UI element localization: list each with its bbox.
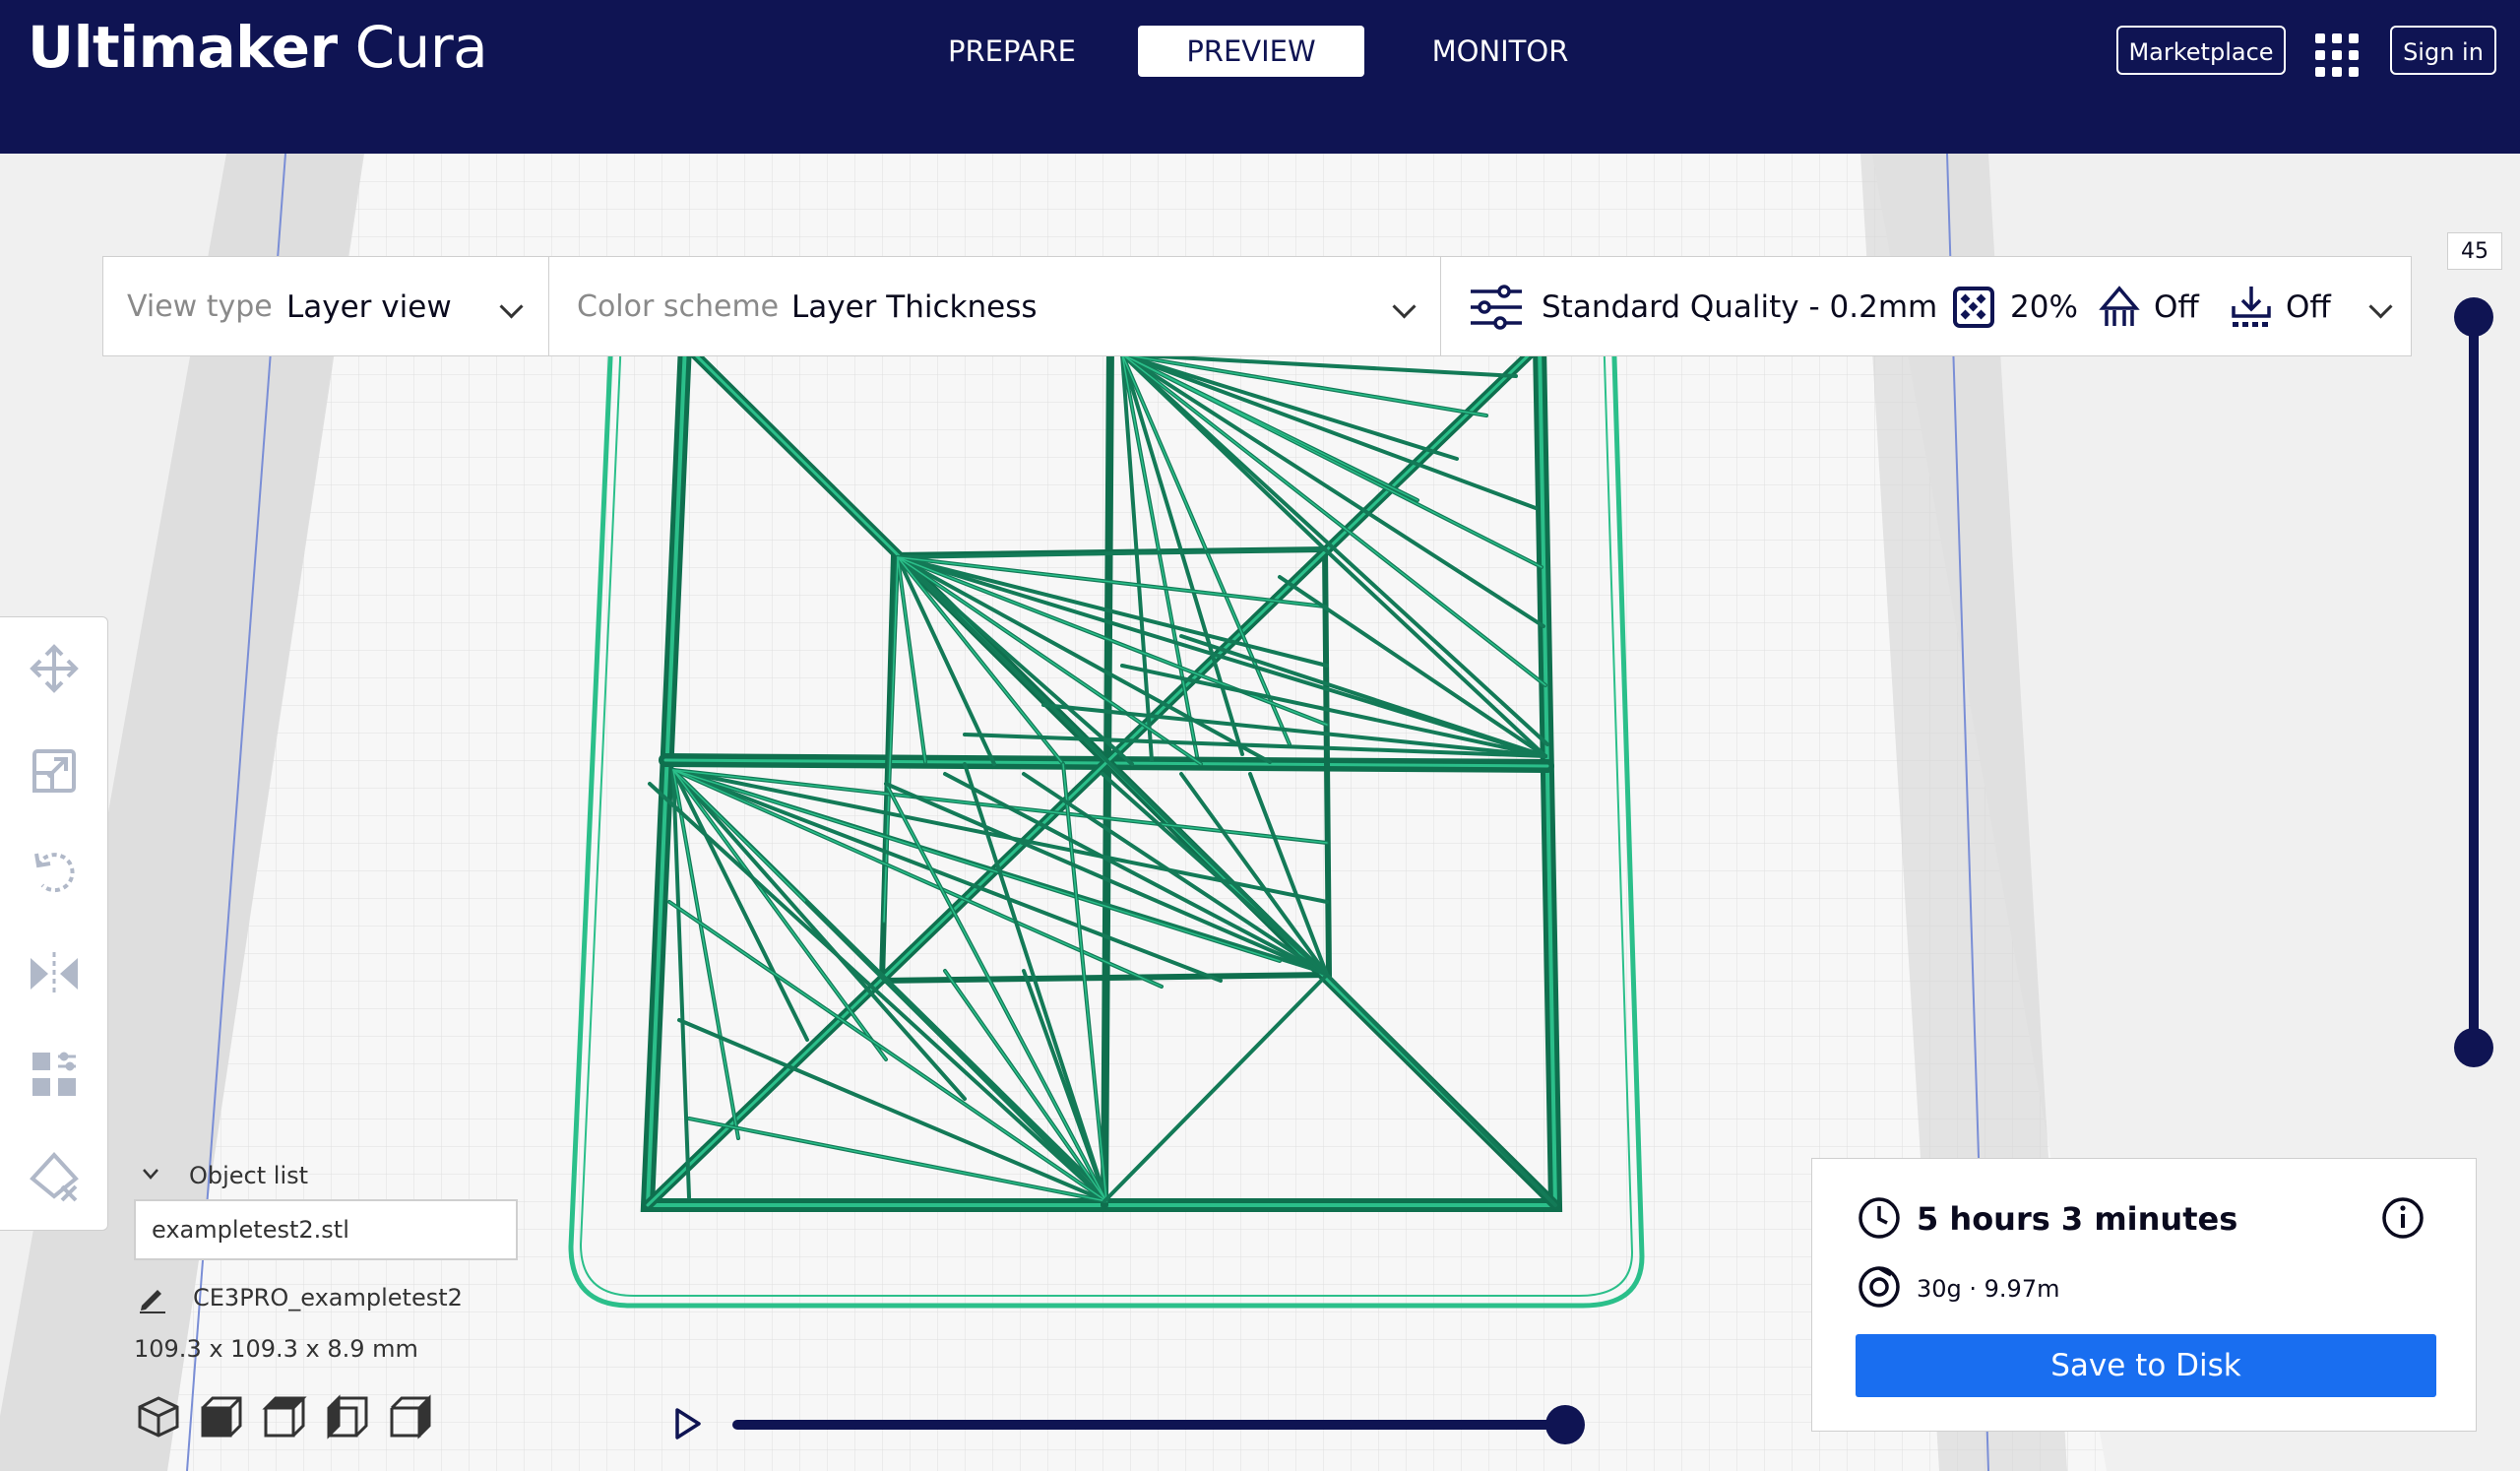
support-value: Off bbox=[2154, 289, 2199, 325]
color-scheme-dropdown[interactable]: Color scheme Layer Thickness bbox=[549, 257, 1439, 355]
support-icon bbox=[2099, 286, 2140, 326]
support-blocker-icon[interactable] bbox=[27, 1149, 82, 1204]
view-settings-toolbar: View type Layer view Color scheme Layer … bbox=[102, 256, 2412, 356]
infill-value: 20% bbox=[2010, 289, 2078, 325]
path-slider-track[interactable] bbox=[732, 1420, 1569, 1430]
view-type-dropdown[interactable]: View type Layer view bbox=[103, 257, 548, 355]
chevron-down-icon bbox=[499, 294, 524, 319]
object-list-item[interactable]: exampletest2.stl bbox=[134, 1199, 518, 1260]
marketplace-button[interactable]: Marketplace bbox=[2116, 26, 2286, 75]
sign-in-button[interactable]: Sign in bbox=[2390, 26, 2496, 75]
3d-view-icon[interactable] bbox=[136, 1394, 181, 1439]
save-to-disk-button[interactable]: Save to Disk bbox=[1856, 1334, 2436, 1397]
filament-spool-icon bbox=[1858, 1266, 1900, 1308]
3d-viewport[interactable]: View type Layer view Color scheme Layer … bbox=[0, 154, 2520, 1471]
brand-bold: Ultimaker bbox=[28, 14, 338, 81]
chevron-down-icon bbox=[2368, 294, 2393, 319]
clock-icon bbox=[1858, 1197, 1900, 1239]
adhesion-icon bbox=[2232, 287, 2271, 327]
print-settings-dropdown[interactable]: Standard Quality - 0.2mm 20% Off Off bbox=[1441, 257, 2412, 355]
color-scheme-label: Color scheme bbox=[577, 289, 780, 324]
layer-slider-upper-handle[interactable] bbox=[2454, 297, 2493, 337]
app-logo: Ultimaker Cura bbox=[28, 14, 488, 81]
adhesion-value: Off bbox=[2286, 289, 2331, 325]
infill-icon bbox=[1953, 287, 1994, 328]
object-list-header[interactable]: Object list bbox=[189, 1162, 308, 1189]
layer-slider-lower-handle[interactable] bbox=[2454, 1028, 2493, 1067]
color-scheme-value: Layer Thickness bbox=[791, 289, 1038, 325]
print-time: 5 hours 3 minutes bbox=[1917, 1200, 2238, 1238]
rotate-tool-icon[interactable] bbox=[27, 844, 82, 899]
layer-number-input[interactable]: 45 bbox=[2447, 232, 2502, 270]
print-info-panel: 5 hours 3 minutes 30g · 9.97m Save to Di… bbox=[1811, 1158, 2477, 1432]
brand-light: Cura bbox=[354, 14, 488, 81]
tab-monitor[interactable]: MONITOR bbox=[1404, 26, 1597, 77]
path-slider-handle[interactable] bbox=[1545, 1405, 1585, 1444]
material-usage: 30g · 9.97m bbox=[1917, 1275, 2060, 1303]
view-type-value: Layer view bbox=[286, 289, 452, 325]
chevron-down-icon[interactable] bbox=[140, 1164, 161, 1185]
view-type-label: View type bbox=[127, 289, 273, 324]
tool-panel bbox=[0, 616, 108, 1231]
job-name[interactable]: CE3PRO_exampletest2 bbox=[193, 1284, 463, 1311]
front-view-icon[interactable] bbox=[199, 1394, 244, 1439]
edit-pencil-icon[interactable] bbox=[138, 1284, 167, 1313]
mirror-tool-icon[interactable] bbox=[27, 946, 82, 1001]
info-icon[interactable] bbox=[2381, 1196, 2425, 1240]
tab-preview[interactable]: PREVIEW bbox=[1138, 26, 1364, 77]
apps-grid-icon[interactable] bbox=[2315, 33, 2359, 77]
left-view-icon[interactable] bbox=[325, 1394, 370, 1439]
chevron-down-icon bbox=[1392, 294, 1417, 319]
app-header: Ultimaker Cura PREPARE PREVIEW MONITOR M… bbox=[0, 0, 2520, 154]
scale-tool-icon[interactable] bbox=[27, 743, 82, 799]
top-view-icon[interactable] bbox=[262, 1394, 307, 1439]
move-tool-icon[interactable] bbox=[27, 641, 82, 696]
object-dimensions: 109.3 x 109.3 x 8.9 mm bbox=[134, 1335, 418, 1363]
quality-value: Standard Quality - 0.2mm bbox=[1542, 289, 1938, 325]
per-model-settings-icon[interactable] bbox=[27, 1047, 82, 1102]
sliders-icon bbox=[1471, 285, 1522, 330]
tab-prepare[interactable]: PREPARE bbox=[925, 26, 1099, 77]
right-view-icon[interactable] bbox=[388, 1394, 433, 1439]
layer-slider-track[interactable] bbox=[2469, 301, 2479, 1063]
play-icon[interactable] bbox=[669, 1406, 705, 1441]
